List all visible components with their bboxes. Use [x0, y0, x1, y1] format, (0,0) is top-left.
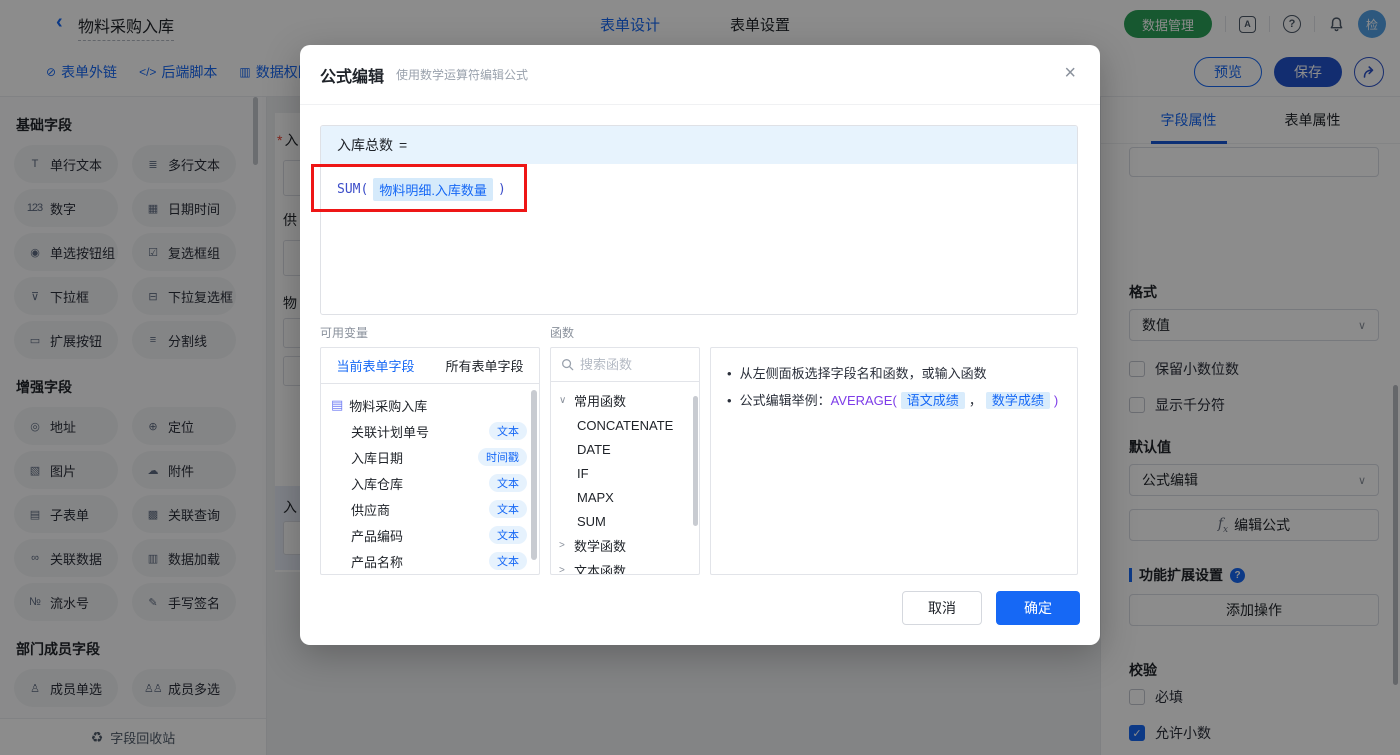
variable-field-row[interactable]: 产品编码 文本	[321, 522, 539, 548]
function-item[interactable]: MAPX	[551, 485, 699, 509]
variable-field-name: 产品编码	[351, 528, 404, 544]
formula-field-chip[interactable]: 物料明细.入库数量	[373, 178, 493, 201]
chevron-right-icon: >	[559, 565, 565, 575]
function-group-label: 文本函数	[574, 564, 627, 575]
variables-list: ▤ 物料采购入库 关联计划单号 文本 入库日期 时间戳 入库仓库 文本 供应商 文本 产品编码文…	[321, 384, 539, 574]
function-group[interactable]: ∨ 常用函数	[551, 388, 699, 413]
example-field-chip: 语文成绩	[900, 392, 965, 409]
formula-input-area[interactable]: SUM( 物料明细.入库数量 )	[321, 164, 1077, 215]
modal-title: 公式编辑	[320, 68, 385, 86]
variables-panel: 当前表单字段 所有表单字段 ▤ 物料采购入库 关联计划单号 文本 入库日期 时间戳 入库仓…	[320, 347, 540, 575]
function-group-label: 常用函数	[574, 394, 627, 409]
variable-field-type-badge: 文本	[489, 552, 527, 570]
variables-scrollbar[interactable]	[531, 390, 537, 560]
formula-editor-modal: 公式编辑 使用数学运算符编辑公式 × 入库总数 = SUM( 物料明细.入库数量…	[300, 45, 1100, 645]
function-item[interactable]: DATE	[551, 437, 699, 461]
app-screen: ‹ 物料采购入库 表单设计 表单设置 数据管理 A ? 检 ⊘ 表单外链 </> 后端脚…	[0, 0, 1400, 755]
formula-editor: 入库总数 = SUM( 物料明细.入库数量 )	[320, 125, 1078, 315]
variable-field-row[interactable]: 入库仓库 文本	[321, 470, 539, 496]
equals-sign: =	[399, 137, 408, 153]
variable-field-type-badge: 文本	[489, 422, 527, 440]
functions-scrollbar[interactable]	[693, 396, 698, 526]
function-item[interactable]: SUM	[551, 509, 699, 533]
variable-field-type-badge: 时间戳	[478, 448, 527, 466]
help-example: • 公式编辑举例：AVERAGE(语文成绩，数学成绩)	[727, 387, 1061, 414]
form-node-label: 物料采购入库	[349, 398, 428, 414]
variable-field-row[interactable]: 关联计划单号 文本	[321, 418, 539, 444]
formula-function: SUM(	[337, 182, 369, 197]
form-icon: ▤	[331, 397, 344, 412]
variable-field-name: 入库日期	[351, 450, 404, 466]
variable-fields: 关联计划单号 文本 入库日期 时间戳 入库仓库 文本 供应商 文本 产品编码 文本 产品名称 文本	[321, 418, 539, 574]
bullet-icon: •	[727, 393, 732, 408]
variable-field-type-badge: 文本	[489, 500, 527, 518]
chevron-right-icon: >	[559, 540, 565, 551]
example-prefix: 公式编辑举例：	[739, 393, 831, 408]
help-tip-text: 从左侧面板选择字段名和函数，或输入函数	[739, 366, 987, 381]
help-tip: • 从左侧面板选择字段名和函数，或输入函数	[727, 360, 1061, 387]
function-group[interactable]: > 数学函数	[551, 533, 699, 558]
example-field-chip: 数学成绩	[985, 392, 1050, 409]
function-group-label: 数学函数	[574, 539, 627, 554]
formula-target: 入库总数	[337, 137, 393, 153]
variable-field-name: 供应商	[351, 502, 391, 518]
variables-label: 可用变量	[320, 326, 369, 340]
variable-field-name: 入库仓库	[351, 476, 404, 492]
confirm-button[interactable]: 确定	[996, 591, 1080, 625]
variable-field-name: 产品名称	[351, 554, 404, 570]
function-search[interactable]	[551, 348, 699, 382]
form-node[interactable]: ▤ 物料采购入库	[321, 392, 539, 418]
bullet-icon: •	[727, 366, 732, 381]
variable-field-name: 关联计划单号	[351, 424, 430, 440]
functions-panel: ∨ 常用函数 CONCATENATEDATEIFMAPXSUM > 数学函数 > 文本函数	[550, 347, 700, 575]
variable-field-type-badge: 文本	[489, 526, 527, 544]
modal-header: 公式编辑 使用数学运算符编辑公式 ×	[300, 45, 1100, 105]
variable-field-row[interactable]: 产品名称 文本	[321, 548, 539, 574]
function-tree: ∨ 常用函数 CONCATENATE DATE IF MAPX SUM > 数学函数 > 文本函数	[551, 382, 699, 575]
variable-field-row[interactable]: 入库日期 时间戳	[321, 444, 539, 470]
example-function: AVERAGE(	[830, 393, 897, 408]
modal-footer: 取消 确定	[902, 591, 1080, 625]
variable-field-row[interactable]: 供应商 文本	[321, 496, 539, 522]
variable-field-type-badge: 文本	[489, 474, 527, 492]
close-icon[interactable]: ×	[1064, 63, 1076, 83]
variables-tab[interactable]: 当前表单字段	[321, 348, 430, 383]
formula-help-panel: • 从左侧面板选择字段名和函数，或输入函数 • 公式编辑举例：AVERAGE(语…	[710, 347, 1078, 575]
function-item[interactable]: CONCATENATE	[551, 413, 699, 437]
variables-tab[interactable]: 所有表单字段	[430, 348, 539, 383]
variables-tabs: 当前表单字段 所有表单字段	[321, 348, 539, 384]
modal-subtitle: 使用数学运算符编辑公式	[396, 68, 529, 82]
formula-target-row: 入库总数 =	[321, 126, 1077, 164]
example-separator: ，	[968, 393, 982, 408]
function-item[interactable]: IF	[551, 461, 699, 485]
functions-label: 函数	[550, 326, 575, 340]
function-search-input[interactable]	[580, 357, 680, 372]
search-icon	[562, 359, 574, 371]
example-close-paren: )	[1053, 393, 1059, 408]
cancel-button[interactable]: 取消	[902, 591, 982, 625]
help-example-text: 公式编辑举例：AVERAGE(语文成绩，数学成绩)	[739, 387, 1059, 414]
chevron-down-icon: ∨	[559, 395, 567, 406]
formula-close-paren: )	[497, 182, 506, 197]
function-group[interactable]: > 文本函数	[551, 558, 699, 575]
